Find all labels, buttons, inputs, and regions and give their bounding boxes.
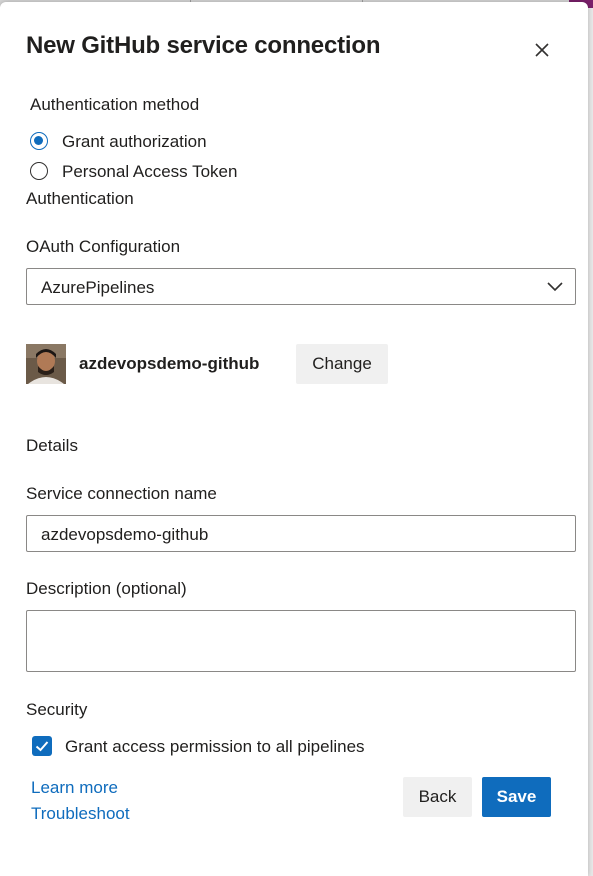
github-avatar xyxy=(26,344,66,384)
oauth-configuration-value: AzurePipelines xyxy=(41,278,155,297)
github-username: azdevopsdemo-github xyxy=(79,354,260,373)
service-connection-name-input[interactable]: azdevopsdemo-github xyxy=(26,515,576,552)
service-connection-dialog: New GitHub service connection Authentica… xyxy=(0,2,588,876)
radio-grant-authorization-label: Grant authorization xyxy=(62,132,207,151)
authentication-section-heading: Authentication xyxy=(26,189,134,208)
close-button[interactable] xyxy=(531,39,553,61)
change-button[interactable]: Change xyxy=(296,344,388,384)
description-textarea[interactable] xyxy=(26,610,576,672)
radio-personal-access-token[interactable]: Personal Access Token xyxy=(30,161,290,185)
radio-unselected-icon xyxy=(30,162,48,180)
chevron-down-icon xyxy=(547,282,563,292)
dialog-title: New GitHub service connection xyxy=(26,32,381,59)
oauth-configuration-dropdown[interactable]: AzurePipelines xyxy=(26,268,576,305)
auth-method-label: Authentication method xyxy=(30,95,200,114)
radio-grant-authorization[interactable]: Grant authorization xyxy=(30,131,290,155)
checkbox-checked-icon xyxy=(32,736,52,756)
grant-access-checkbox[interactable]: Grant access permission to all pipelines xyxy=(32,734,392,758)
service-connection-name-label: Service connection name xyxy=(26,484,217,503)
avatar-image xyxy=(26,344,66,384)
details-section-heading: Details xyxy=(26,436,78,455)
oauth-configuration-label: OAuth Configuration xyxy=(26,237,181,256)
close-icon xyxy=(535,43,549,57)
description-label: Description (optional) xyxy=(26,579,187,598)
learn-more-link[interactable]: Learn more xyxy=(31,778,118,798)
service-connection-name-value: azdevopsdemo-github xyxy=(41,525,209,544)
security-section-heading: Security xyxy=(26,700,88,719)
radio-selected-icon xyxy=(30,132,48,150)
radio-personal-access-token-label: Personal Access Token xyxy=(62,162,238,181)
back-button[interactable]: Back xyxy=(403,777,472,817)
checkmark-icon xyxy=(35,741,49,752)
save-button[interactable]: Save xyxy=(482,777,551,817)
grant-access-label: Grant access permission to all pipelines xyxy=(65,737,365,756)
troubleshoot-link[interactable]: Troubleshoot xyxy=(31,804,130,824)
